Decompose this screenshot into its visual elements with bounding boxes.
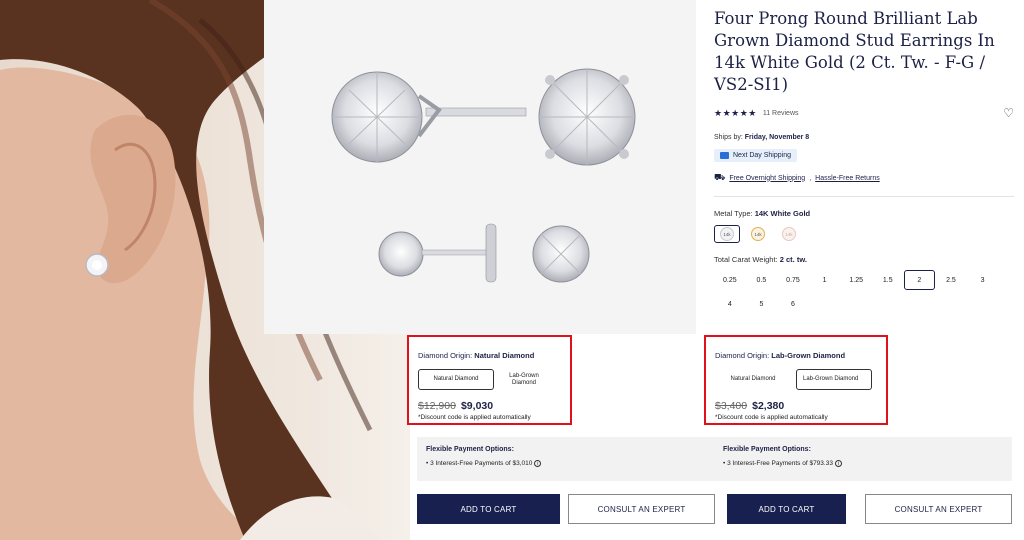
swatch-yellow-gold[interactable]: 14k (745, 225, 771, 243)
info-icon[interactable]: i (534, 460, 542, 467)
swatch-rose-gold-label: 14k (782, 227, 796, 241)
lab-origin-options: Natural Diamond Lab-Grown Diamond (715, 369, 878, 390)
carat-option[interactable]: 1 (809, 270, 841, 290)
carat-options: 0.25 0.5 0.75 1 1.25 1.5 2 2.5 3 4 5 6 (714, 268, 1004, 316)
lab-new-price: $2,380 (752, 400, 785, 412)
carat-option[interactable]: 0.75 (777, 270, 809, 290)
carat-option[interactable]: 0.5 (746, 270, 778, 290)
natural-consult-expert-button[interactable]: CONSULT AN EXPERT (568, 494, 715, 524)
lab-price-row: $3,400 $2,380 (715, 400, 878, 412)
payment-options-bar: Flexible Payment Options: • 3 Interest-F… (417, 437, 1012, 481)
natural-add-to-cart-button[interactable]: ADD TO CART (417, 494, 560, 524)
separator: , (809, 174, 812, 182)
metal-type-value: 14K White Gold (754, 209, 811, 218)
product-title: Four Prong Round Brilliant Lab Grown Dia… (714, 9, 995, 94)
metal-type-prefix: Metal Type: (714, 209, 755, 218)
lab-origin-prefix: Diamond Origin: (715, 351, 772, 360)
swatch-yellow-gold-label: 14k (751, 227, 765, 241)
truck-icon: ⛟ (714, 172, 726, 182)
natural-discount-note: *Discount code is applied automatically (418, 414, 531, 421)
lab-discount-note: *Discount code is applied automatically (715, 414, 828, 421)
review-count[interactable]: 11 Reviews (763, 110, 799, 117)
free-overnight-link[interactable]: Free Overnight Shipping (729, 175, 805, 182)
returns-link[interactable]: Hassle-Free Returns (815, 175, 880, 182)
swatch-rose-gold[interactable]: 14k (776, 225, 802, 243)
next-day-label: Next Day Shipping (733, 152, 791, 159)
lab-payment-text: • 3 Interest-Free Payments of $793.33 (723, 460, 833, 468)
natural-new-price: $9,030 (460, 400, 494, 412)
natural-origin-prefix: Diamond Origin: (418, 351, 475, 360)
natural-diamond-button[interactable]: Natural Diamond (418, 369, 494, 390)
lab-payment: Flexible Payment Options: • 3 Interest-F… (723, 446, 842, 467)
metal-swatches: 14k 14k 14k (714, 225, 1014, 243)
carat-option[interactable]: 2.5 (935, 270, 967, 290)
swatch-white-gold-label: 14k (720, 227, 734, 241)
lab-origin-value: Lab-Grown Diamond (771, 351, 846, 360)
next-day-badge: Next Day Shipping (714, 149, 797, 162)
product-image-panel (264, 0, 696, 334)
natural-origin-label: Diamond Origin: Natural Diamond (418, 351, 562, 360)
carat-option[interactable]: 0.25 (714, 270, 746, 290)
carat-weight-value: 2 ct. tw. (779, 255, 807, 264)
carat-option[interactable]: 6 (777, 294, 809, 314)
ships-by-date: Friday, November 8 (744, 134, 810, 141)
carat-option[interactable]: 4 (714, 294, 746, 314)
carat-option[interactable]: 3 (967, 270, 999, 290)
info-icon[interactable]: i (834, 460, 842, 467)
lab-grown-button[interactable]: Lab-Grown Diamond (796, 369, 872, 390)
metal-type-label: Metal Type: 14K White Gold (714, 209, 1014, 218)
ships-by-label: Ships by: (714, 134, 745, 141)
carat-option[interactable]: 1.25 (840, 270, 872, 290)
swatch-white-gold[interactable]: 14k (714, 225, 740, 243)
natural-payment: Flexible Payment Options: • 3 Interest-F… (426, 446, 542, 468)
natural-payment-text: • 3 Interest-Free Payments of $3,010 (426, 460, 533, 468)
shipping-icon (720, 152, 729, 159)
natural-origin-panel: Diamond Origin: Natural Diamond Natural … (407, 335, 572, 425)
lab-consult-expert-button[interactable]: CONSULT AN EXPERT (865, 494, 1012, 524)
natural-origin-options: Natural Diamond Lab-Grown Diamond (418, 369, 562, 390)
carat-option[interactable]: 1.5 (872, 270, 904, 290)
lab-add-to-cart-button[interactable]: ADD TO CART (727, 494, 846, 524)
natural-price-row: $12,900 $9,030 (418, 400, 562, 412)
lab-grown-button[interactable]: Lab-Grown Diamond (499, 369, 549, 390)
carat-option-selected[interactable]: 2 (903, 270, 936, 290)
heart-icon[interactable]: ♡ (1003, 106, 1014, 120)
lab-payment-title: Flexible Payment Options: (723, 446, 811, 453)
natural-payment-line: • 3 Interest-Free Payments of $3,010 i (426, 460, 542, 468)
shipping-links: ⛟ Free Overnight Shipping, Hassle-Free R… (714, 172, 1014, 184)
rating-row[interactable]: ★★★★★ 11 Reviews (714, 106, 1014, 120)
carat-weight-label: Total Carat Weight: 2 ct. tw. (714, 255, 1014, 264)
product-details: Four Prong Round Brilliant Lab Grown Dia… (714, 0, 1014, 316)
lab-old-price: $3,400 (715, 400, 748, 412)
ships-by: Ships by: Friday, November 8 (714, 134, 1014, 141)
natural-diamond-button[interactable]: Natural Diamond (715, 369, 791, 390)
lab-origin-label: Diamond Origin: Lab-Grown Diamond (715, 351, 878, 360)
divider (714, 196, 1014, 197)
natural-origin-value: Natural Diamond (474, 351, 535, 360)
carat-option[interactable]: 5 (746, 294, 778, 314)
star-rating-icon: ★★★★★ (714, 107, 757, 118)
natural-old-price: $12,900 (418, 400, 456, 412)
lab-origin-panel: Diamond Origin: Lab-Grown Diamond Natura… (704, 335, 888, 425)
earrings-illustration (331, 68, 636, 283)
natural-payment-title: Flexible Payment Options: (426, 446, 514, 453)
lab-payment-line: • 3 Interest-Free Payments of $793.33 i (723, 460, 842, 467)
carat-weight-prefix: Total Carat Weight: (714, 255, 780, 264)
